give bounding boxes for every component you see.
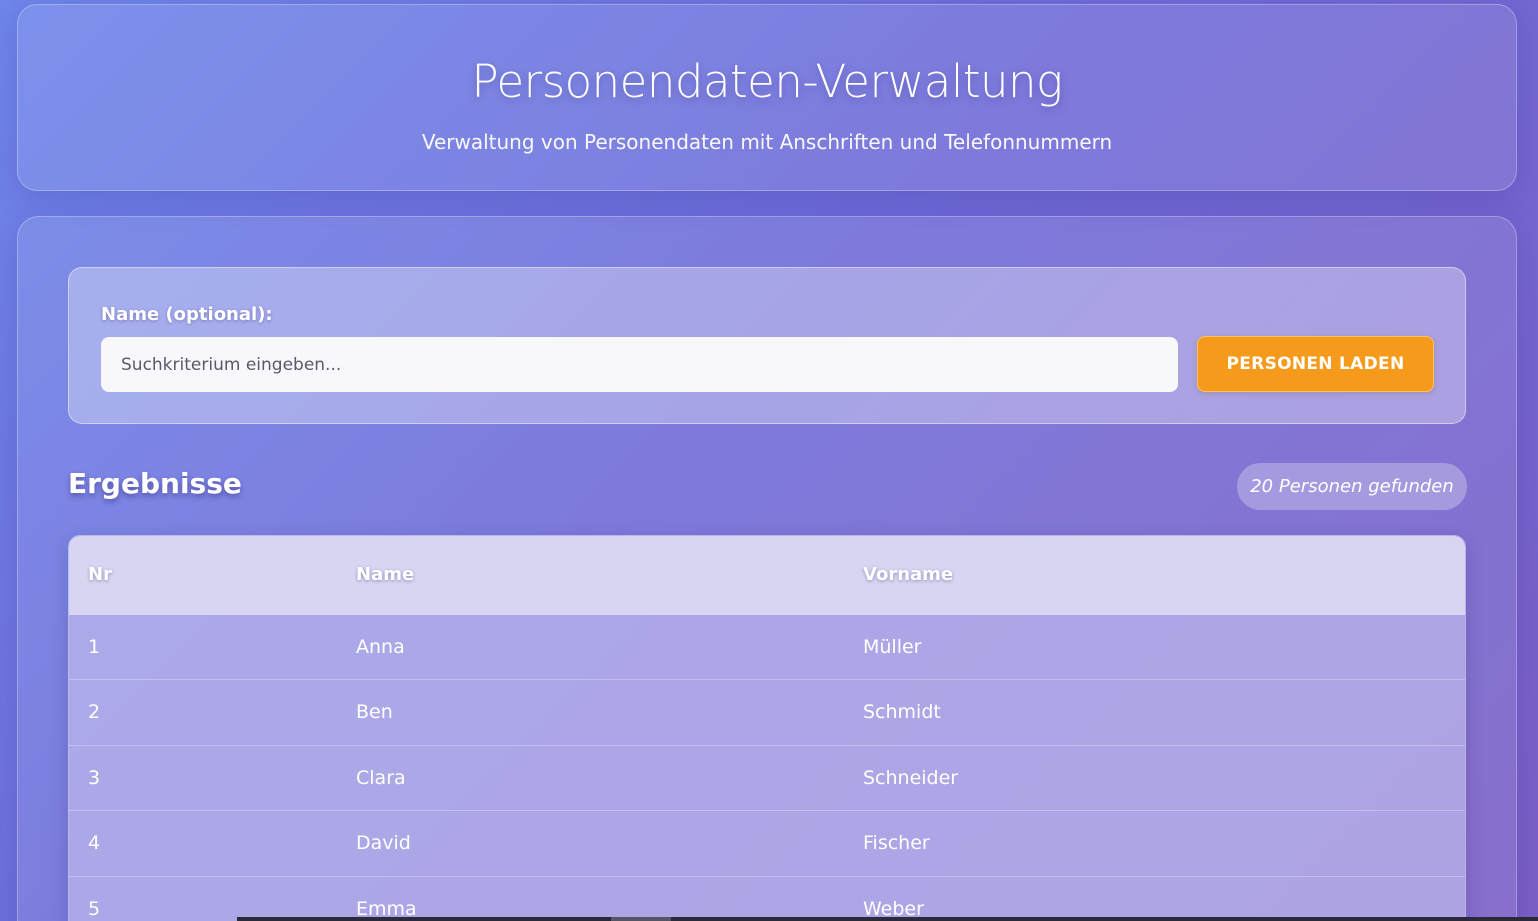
table-header-row: Nr Name Vorname: [69, 536, 1465, 615]
search-input[interactable]: [101, 337, 1178, 392]
table-row[interactable]: 4 David Fischer: [69, 810, 1465, 876]
cell-vorname: Müller: [863, 635, 922, 658]
table-row[interactable]: 2 Ben Schmidt: [69, 679, 1465, 745]
results-count-badge: 20 Personen gefunden: [1237, 463, 1467, 510]
horizontal-scrollbar-thumb[interactable]: [611, 917, 671, 921]
search-panel: Name (optional): PERSONEN LADEN: [68, 267, 1466, 424]
column-header-vorname[interactable]: Vorname: [863, 536, 1465, 615]
search-label: Name (optional):: [101, 304, 273, 325]
cell-name: David: [356, 832, 411, 855]
cell-nr: 1: [88, 635, 101, 658]
main-card: Name (optional): PERSONEN LADEN Ergebnis…: [17, 216, 1517, 921]
cell-nr: 3: [88, 766, 101, 789]
cell-name: Anna: [356, 635, 405, 658]
cell-nr: 5: [88, 897, 101, 920]
results-table: Nr Name Vorname 1 Anna Müller 2 Ben Schm…: [68, 535, 1466, 921]
page-title: Personendaten-Verwaltung: [471, 55, 1063, 108]
cell-name: Ben: [356, 701, 393, 724]
cell-vorname: Schmidt: [863, 701, 941, 724]
cell-vorname: Schneider: [863, 766, 959, 789]
column-header-name[interactable]: Name: [356, 536, 863, 615]
table-row[interactable]: 3 Clara Schneider: [69, 745, 1465, 811]
page-subtitle: Verwaltung von Personendaten mit Anschri…: [421, 130, 1113, 154]
cell-vorname: Fischer: [863, 832, 930, 855]
results-heading: Ergebnisse: [68, 467, 242, 500]
cell-vorname: Weber: [863, 897, 924, 920]
cell-name: Emma: [356, 897, 417, 920]
header-card: Personendaten-Verwaltung Verwaltung von …: [17, 4, 1517, 191]
cell-name: Clara: [356, 766, 406, 789]
table-row[interactable]: 5 Emma Weber: [69, 876, 1465, 921]
cell-nr: 2: [88, 701, 101, 724]
column-header-nr[interactable]: Nr: [69, 536, 356, 615]
table-row[interactable]: 1 Anna Müller: [69, 614, 1465, 680]
cell-nr: 4: [88, 832, 101, 855]
load-persons-button[interactable]: PERSONEN LADEN: [1197, 336, 1434, 392]
horizontal-scrollbar-track[interactable]: [237, 917, 1538, 921]
